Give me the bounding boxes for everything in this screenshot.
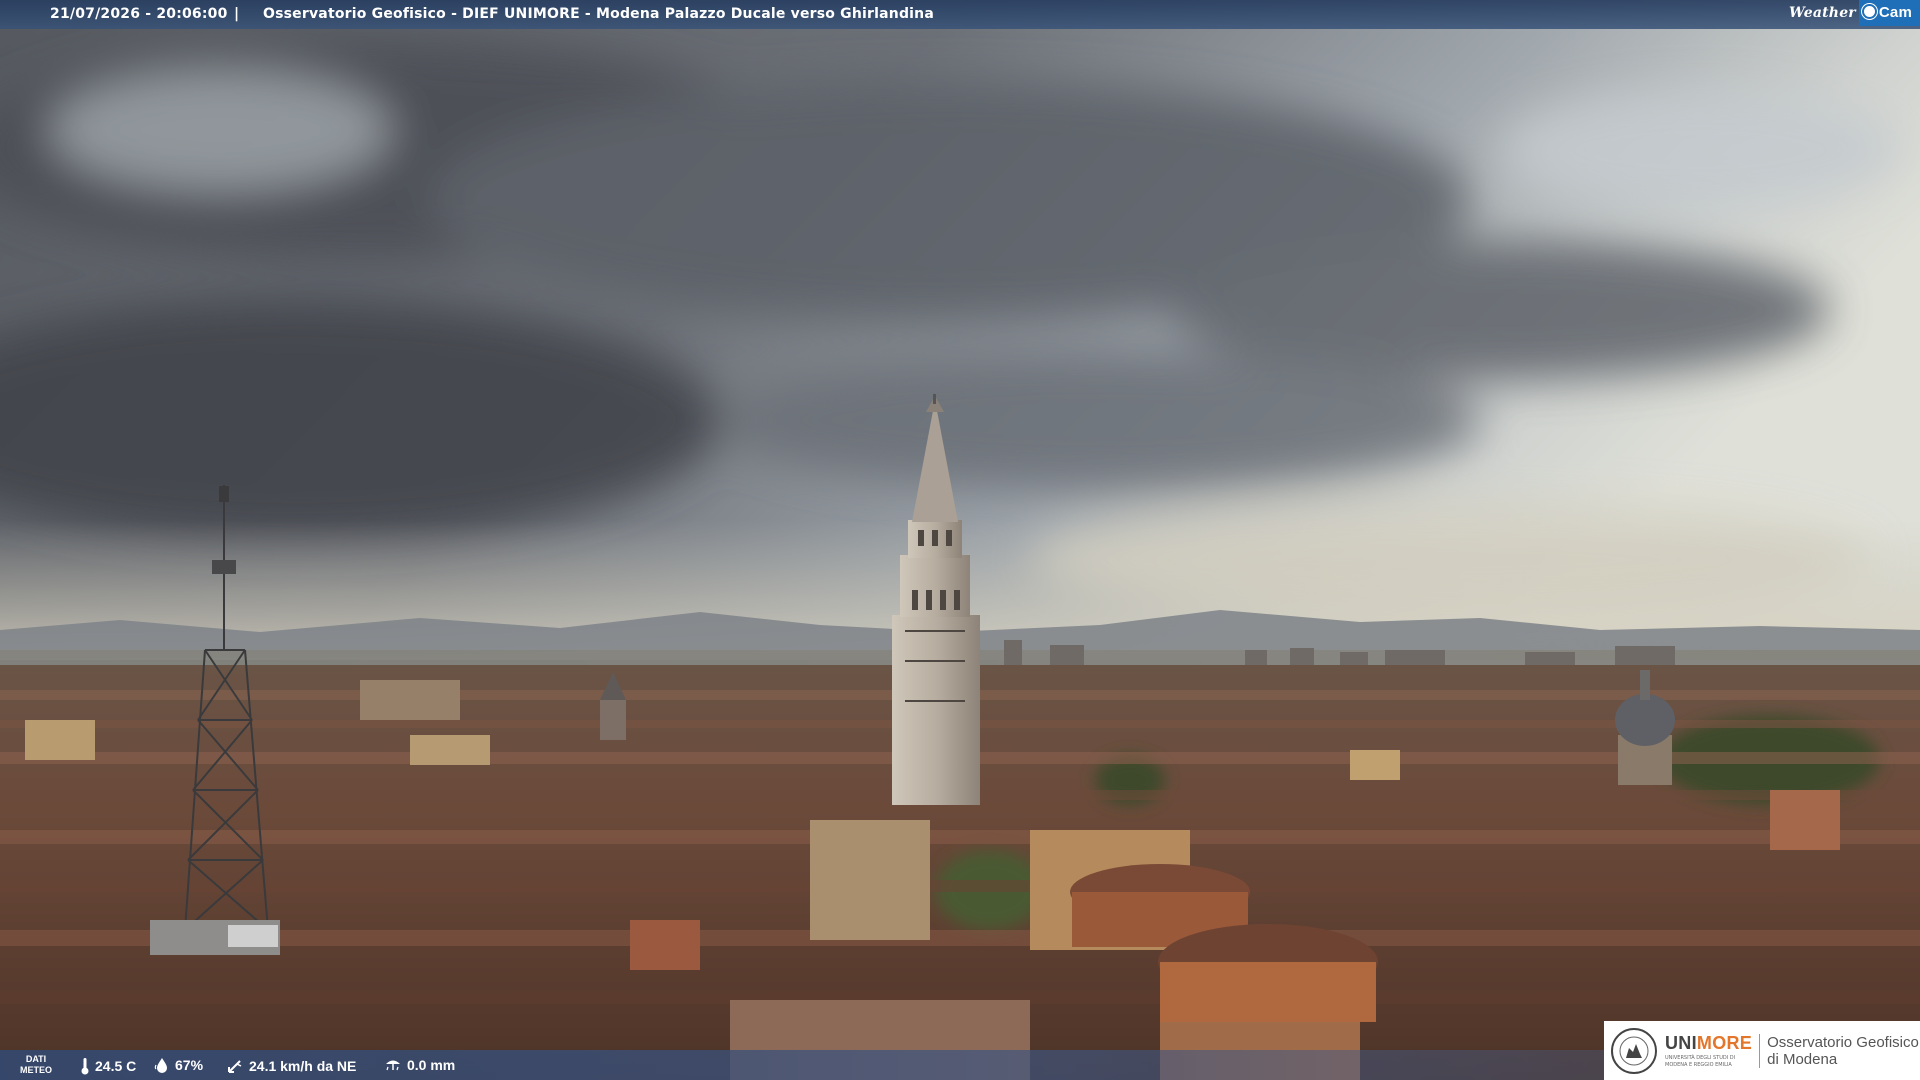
caption-bar: 21/07/2026 - 20:06:00 | Osservatorio Geo…	[0, 0, 1920, 29]
brand-box: Cam	[1858, 0, 1920, 26]
thermometer-icon	[81, 1058, 89, 1075]
webcam-scene	[0, 0, 1920, 1080]
unimore-subtitle-2: MODENA E REGGIO EMILIA	[1665, 1062, 1732, 1068]
unimore-subtitle-1: UNIVERSITÀ DEGLI STUDI DI	[1665, 1055, 1736, 1061]
temperature-item: 24.5 C	[80, 1057, 136, 1075]
wind-item: 24.1 km/h da NE	[226, 1057, 356, 1075]
humidity-value: 67%	[175, 1057, 204, 1073]
wind-value: 24.1 km/h da NE	[249, 1058, 357, 1074]
weather-label-line1: DATI	[25, 1054, 47, 1064]
unimore-wordmark: UNIMORE UNIVERSITÀ DEGLI STUDI DI MODENA…	[1665, 1033, 1752, 1068]
wind-arrow-icon	[228, 1060, 242, 1073]
observatory-line2: di Modena	[1767, 1050, 1838, 1068]
weather-label-line2: METEO	[19, 1065, 52, 1075]
weather-label: DATI METEO	[18, 1054, 54, 1076]
weather-bar: DATI METEO 24.5 C 67% 24.1 km/h da NE 0.…	[0, 1050, 1606, 1080]
unimore-name-part2: MORE	[1696, 1033, 1753, 1053]
rain-item: 0.0 mm	[384, 1057, 455, 1073]
humidity-item: 67%	[154, 1057, 203, 1073]
unimore-seal-icon	[1611, 1027, 1657, 1074]
unimore-name-part1: UNI	[1665, 1033, 1697, 1053]
rain-gauge-icon	[386, 1060, 400, 1071]
observatory-line1: Osservatorio Geofisico	[1767, 1033, 1919, 1051]
brand-word: Weather	[1788, 5, 1856, 21]
brand-lens-icon	[1861, 4, 1877, 19]
weathercam-logo: Weather Cam	[1781, 0, 1920, 26]
timestamp: 21/07/2026 - 20:06:00	[50, 6, 228, 22]
observatory-name: Osservatorio Geofisico di Modena	[1767, 1034, 1919, 1068]
logo-divider	[1759, 1033, 1761, 1068]
caption-separator: |	[234, 6, 240, 22]
unimore-logo: UNIMORE UNIVERSITÀ DEGLI STUDI DI MODENA…	[1604, 1021, 1920, 1080]
rain-value: 0.0 mm	[407, 1057, 456, 1073]
camera-title: Osservatorio Geofisico - DIEF UNIMORE - …	[263, 6, 934, 22]
brand-box-text: Cam	[1878, 4, 1912, 21]
drop-icon	[154, 1058, 167, 1073]
temperature-value: 24.5 C	[95, 1058, 137, 1074]
